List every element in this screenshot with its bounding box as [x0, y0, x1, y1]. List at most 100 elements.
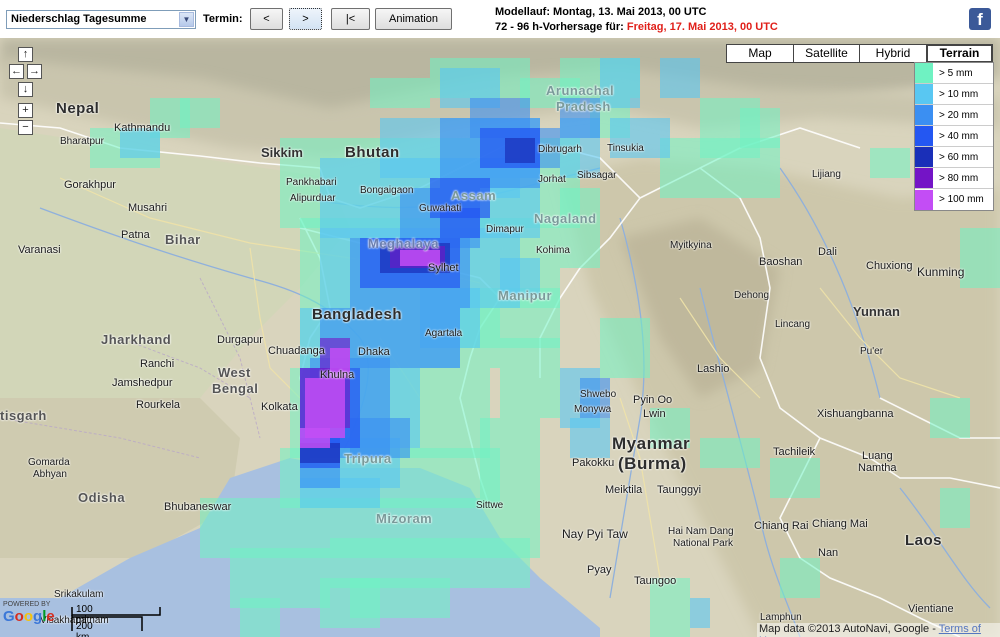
legend-row: > 60 mm	[915, 147, 993, 168]
label-dali: Dali	[818, 246, 837, 258]
label-srikakulam: Srikakulam	[54, 589, 104, 600]
label-chiang-mai: Chiang Mai	[812, 518, 868, 530]
label-burma: (Burma)	[618, 454, 687, 473]
label-taunggyi: Taunggyi	[657, 484, 702, 496]
label-musahri: Musahri	[128, 202, 168, 214]
toolbar: Niederschlag Tagesumme ▼ Termin: < > |< …	[0, 0, 1000, 38]
label-kolkata: Kolkata	[261, 401, 298, 413]
label-namtha: Namtha	[858, 462, 897, 474]
label-dhaka: Dhaka	[358, 346, 390, 358]
legend-row: > 20 mm	[915, 105, 993, 126]
termin-label: Termin:	[203, 13, 243, 25]
label-kunming: Kunming	[917, 265, 965, 279]
label-luang: Luang	[862, 450, 893, 462]
legend-swatch	[915, 105, 933, 125]
label-bangladesh: Bangladesh	[312, 306, 403, 323]
legend-label: > 5 mm	[939, 67, 973, 79]
legend-label: > 10 mm	[939, 88, 979, 100]
pan-up-button[interactable]: ↑	[18, 47, 33, 62]
map-type-satellite-button[interactable]: Satellite	[793, 44, 860, 63]
powered-by-label: POWERED BY	[3, 601, 51, 608]
chevron-down-icon[interactable]: ▼	[179, 12, 194, 27]
legend-swatch	[915, 189, 933, 210]
label-pankhabari: Pankhabari	[286, 177, 337, 188]
label-bongaigaon: Bongaigaon	[360, 185, 414, 196]
label-abhyan: Abhyan	[33, 469, 67, 480]
label-tisgarh: tisgarh	[0, 408, 47, 423]
label-odisha: Odisha	[78, 490, 126, 505]
label-laos: Laos	[905, 532, 943, 549]
label-arunachal: Arunachal	[546, 83, 615, 98]
label-durgapur: Durgapur	[217, 334, 263, 346]
label-lashio: Lashio	[697, 363, 730, 375]
label-agartala: Agartala	[425, 328, 463, 339]
zoom-in-button[interactable]: +	[18, 103, 33, 118]
label-shwebo: Shwebo	[580, 389, 617, 400]
legend-row: > 40 mm	[915, 126, 993, 147]
first-button[interactable]: |<	[331, 8, 370, 30]
scale-km-label: 200 km	[76, 621, 93, 637]
label-rourkela: Rourkela	[136, 399, 181, 411]
forecast-prefix: 72 - 96 h-Vorhersage für:	[495, 21, 624, 33]
label-pradesh: Pradesh	[556, 99, 611, 114]
animation-button[interactable]: Animation	[375, 8, 452, 30]
map-type-map-button[interactable]: Map	[726, 44, 794, 63]
label-nepal: Nepal	[56, 100, 100, 117]
legend-swatch	[915, 63, 933, 83]
label-chuadanga: Chuadanga	[268, 345, 325, 357]
label-lijiang: Lijiang	[812, 169, 841, 180]
map-canvas[interactable]: Nepal Kathmandu Bharatpur Sikkim Bhutan …	[0, 38, 1000, 637]
label-khulna: Khulna	[320, 369, 355, 381]
forecast-line: 72 - 96 h-Vorhersage für: Freitag, 17. M…	[495, 20, 778, 35]
label-baoshan: Baoshan	[759, 256, 803, 268]
precipitation-legend: > 5 mm > 10 mm > 20 mm > 40 mm > 60 mm > 80 m…	[914, 62, 994, 211]
label-taungoo: Taungoo	[634, 575, 677, 587]
zoom-out-button[interactable]: −	[18, 120, 33, 135]
label-chiang-rai: Chiang Rai	[754, 520, 809, 532]
label-tinsukia: Tinsukia	[607, 143, 644, 154]
label-pakokku: Pakokku	[572, 457, 615, 469]
label-gomarda: Gomarda	[28, 457, 70, 468]
label-mizoram: Mizoram	[376, 511, 433, 526]
label-bharatpur: Bharatpur	[60, 136, 104, 147]
label-monywa: Monywa	[574, 404, 612, 415]
label-jorhat: Jorhat	[538, 174, 566, 185]
label-nagaland: Nagaland	[534, 211, 597, 226]
legend-label: > 80 mm	[939, 172, 979, 184]
facebook-icon[interactable]: f	[969, 8, 991, 30]
label-national-park: National Park	[673, 538, 734, 549]
label-bhutan: Bhutan	[345, 144, 400, 161]
label-dehong: Dehong	[734, 290, 770, 301]
label-pyay: Pyay	[587, 564, 612, 576]
label-xishuangbanna: Xishuangbanna	[817, 408, 894, 420]
next-button[interactable]: >	[289, 8, 322, 30]
pan-left-button[interactable]: ←	[9, 64, 24, 79]
label-jharkhand: Jharkhand	[101, 332, 172, 347]
map-type-hybrid-button[interactable]: Hybrid	[859, 44, 927, 63]
label-pu-er: Pu'er	[860, 346, 884, 357]
label-varanasi: Varanasi	[18, 244, 61, 256]
label-patna: Patna	[121, 229, 150, 241]
product-select-value: Niederschlag Tagesumme	[11, 13, 147, 25]
legend-swatch	[915, 168, 933, 188]
pan-right-button[interactable]: →	[27, 64, 42, 79]
legend-label: > 20 mm	[939, 109, 979, 121]
pan-down-button[interactable]: ↓	[18, 82, 33, 97]
label-kohima: Kohima	[536, 245, 570, 256]
prev-button[interactable]: <	[250, 8, 283, 30]
legend-label: > 60 mm	[939, 151, 979, 163]
legend-row: > 100 mm	[915, 189, 993, 210]
product-select[interactable]: Niederschlag Tagesumme ▼	[6, 10, 196, 29]
label-nan: Nan	[818, 547, 839, 559]
label-pyin-oo: Pyin Oo	[633, 394, 673, 406]
label-ranchi: Ranchi	[140, 358, 175, 370]
label-lincang: Lincang	[775, 319, 811, 330]
label-bhubaneswar: Bhubaneswar	[164, 501, 232, 513]
label-gorakhpur: Gorakhpur	[64, 179, 116, 191]
map-type-terrain-button[interactable]: Terrain	[926, 44, 993, 63]
legend-row: > 80 mm	[915, 168, 993, 189]
map-attribution: Map data ©2013 AutoNavi, Google - Terms …	[757, 623, 1000, 637]
legend-label: > 40 mm	[939, 130, 979, 142]
legend-row: > 10 mm	[915, 84, 993, 105]
label-myitkyina: Myitkyina	[670, 240, 712, 251]
